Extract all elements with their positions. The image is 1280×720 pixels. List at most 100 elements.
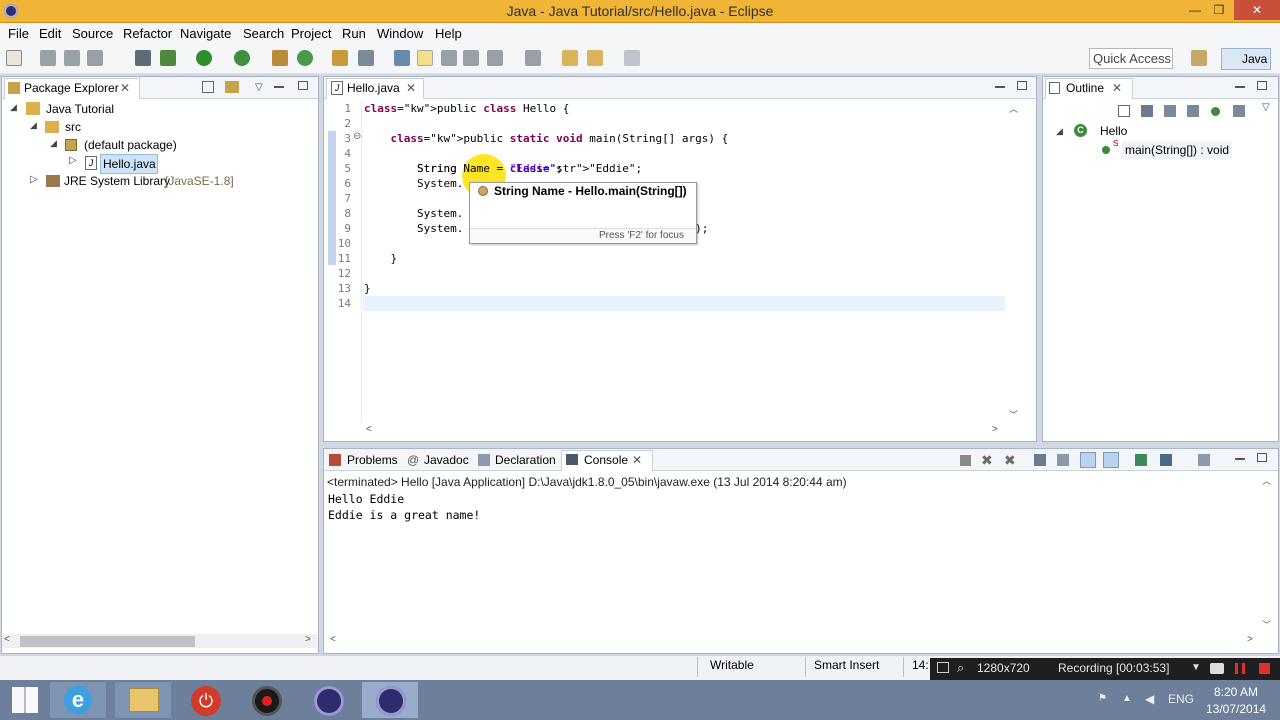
maximize-view-icon[interactable] [298,81,308,90]
camera-icon[interactable] [1210,663,1224,674]
hide-non-public-icon[interactable] [1211,107,1220,116]
code-line[interactable]: } [364,281,728,296]
menu-window[interactable]: Window [377,23,423,44]
print-icon[interactable] [87,50,103,66]
pin-console-icon[interactable] [1135,454,1147,466]
link-with-editor-icon[interactable] [225,81,239,93]
menu-search[interactable]: Search [243,23,284,44]
outline-class-hello[interactable]: Hello [1100,122,1127,140]
editor-vscrollbar[interactable] [1008,101,1020,423]
collapse-triangle-icon[interactable]: ▷ [30,174,38,185]
open-type-icon[interactable] [332,50,348,66]
hide-static-icon[interactable] [1187,105,1199,117]
last-edit-icon[interactable] [562,50,578,66]
maximize-view-icon[interactable] [1257,453,1267,462]
code-line[interactable]: } [364,251,728,266]
clear-console-icon[interactable] [1034,454,1046,466]
dropdown-icon[interactable]: ▼ [1191,662,1201,673]
tab-problems[interactable]: Problems [347,449,398,471]
expand-triangle-icon[interactable]: ◢ [30,120,37,131]
close-icon[interactable]: ✕ [120,77,130,99]
view-menu-icon[interactable]: ▽ [255,77,263,99]
language-indicator[interactable]: ENG [1168,692,1194,706]
screen-icon[interactable] [937,662,949,673]
forward-icon[interactable] [624,50,640,66]
network-icon[interactable]: ▲ [1122,693,1132,704]
block-selection-icon[interactable] [441,50,457,66]
terminate-icon[interactable] [960,455,971,466]
scroll-right-icon[interactable]: > [1247,634,1253,645]
zoom-icon[interactable]: ⌕ [957,660,964,676]
menu-run[interactable]: Run [342,23,366,44]
minimize-view-icon[interactable] [274,86,284,88]
minimize-view-icon[interactable] [1235,458,1245,460]
scroll-right-icon[interactable]: > [992,424,998,435]
back-icon[interactable] [587,50,603,66]
minimize-button[interactable]: — [1182,0,1208,20]
save-icon[interactable] [40,50,56,66]
code-line[interactable] [364,296,728,311]
tree-item-default-package[interactable]: (default package) [84,136,177,154]
collapse-triangle-icon[interactable]: ▷ [69,155,77,166]
close-icon[interactable]: ✕ [406,77,416,99]
minimize-view-icon[interactable] [1235,86,1245,88]
menu-help[interactable]: Help [435,23,462,44]
expand-triangle-icon[interactable]: ◢ [50,138,57,149]
tree-item-hello-java[interactable]: Hello.java [100,154,158,174]
collapse-all-icon[interactable] [202,81,214,93]
flag-icon[interactable]: ⚑ [1098,693,1107,704]
display-console-icon[interactable] [1160,454,1172,466]
code-line[interactable] [364,146,728,161]
menu-file[interactable]: File [8,23,29,44]
menu-edit[interactable]: Edit [39,23,61,44]
hide-fields-icon[interactable] [1164,105,1176,117]
scroll-thumb[interactable] [20,636,195,647]
annotation-icon[interactable] [394,50,410,66]
code-line[interactable]: class="kw">public static void main(Strin… [364,131,729,146]
previous-annotation-icon[interactable] [525,50,541,66]
run-icon[interactable] [196,50,212,66]
code-line[interactable] [364,266,728,281]
sort-icon[interactable] [1141,105,1153,117]
maximize-view-icon[interactable] [1017,81,1027,90]
perspective-java-button[interactable]: Java [1221,48,1271,70]
show-on-stdout-icon[interactable] [1080,452,1096,468]
remove-all-launches-icon[interactable]: ✖ [1004,451,1016,469]
hide-local-types-icon[interactable] [1233,105,1245,117]
windows-start-icon[interactable] [12,687,38,713]
tree-item-src[interactable]: src [65,118,81,136]
new-java-project-icon[interactable] [272,50,288,66]
scroll-up-icon[interactable]: ︿ [1262,474,1271,487]
scroll-lock-icon[interactable] [1057,454,1069,466]
scroll-left-icon[interactable]: < [366,424,372,435]
minimize-view-icon[interactable] [995,86,1005,88]
expand-triangle-icon[interactable]: ◢ [10,102,17,113]
scroll-up-icon[interactable]: ︿ [1009,102,1018,115]
expand-triangle-icon[interactable]: ◢ [1056,126,1063,137]
fold-icon[interactable]: ⊖ [353,131,361,142]
stop-icon[interactable] [1259,663,1270,674]
tab-declaration[interactable]: Declaration [495,449,556,471]
menu-navigate[interactable]: Navigate [180,23,231,44]
view-menu-icon[interactable]: ▽ [1262,102,1270,113]
debug-icon[interactable] [160,50,176,66]
save-all-icon[interactable] [64,50,80,66]
close-icon[interactable]: ✕ [632,449,642,471]
clock-time[interactable]: 8:20 AM [1214,685,1258,699]
mark-occurrences-icon[interactable] [417,50,433,66]
clock-date[interactable]: 13/07/2014 [1206,702,1266,716]
show-whitespace-icon[interactable] [463,50,479,66]
scroll-down-icon[interactable]: ﹀ [1262,618,1271,631]
close-button[interactable]: ✕ [1234,0,1280,20]
outline-method-main[interactable]: main(String[]) : void [1122,141,1233,159]
code-line[interactable]: class="kw">public class Hello { [364,101,728,116]
next-annotation-icon[interactable] [487,50,503,66]
search-icon[interactable] [358,50,374,66]
scroll-right-icon[interactable]: > [305,634,311,645]
scroll-down-icon[interactable]: ﹀ [1009,408,1018,421]
quick-access-input[interactable]: Quick Access [1089,48,1173,69]
collapse-all-icon[interactable] [1118,105,1130,117]
menu-refactor[interactable]: Refactor [123,23,172,44]
tree-item-jre-library[interactable]: JRE System Library [64,172,170,190]
open-perspective-icon[interactable] [1191,50,1207,66]
